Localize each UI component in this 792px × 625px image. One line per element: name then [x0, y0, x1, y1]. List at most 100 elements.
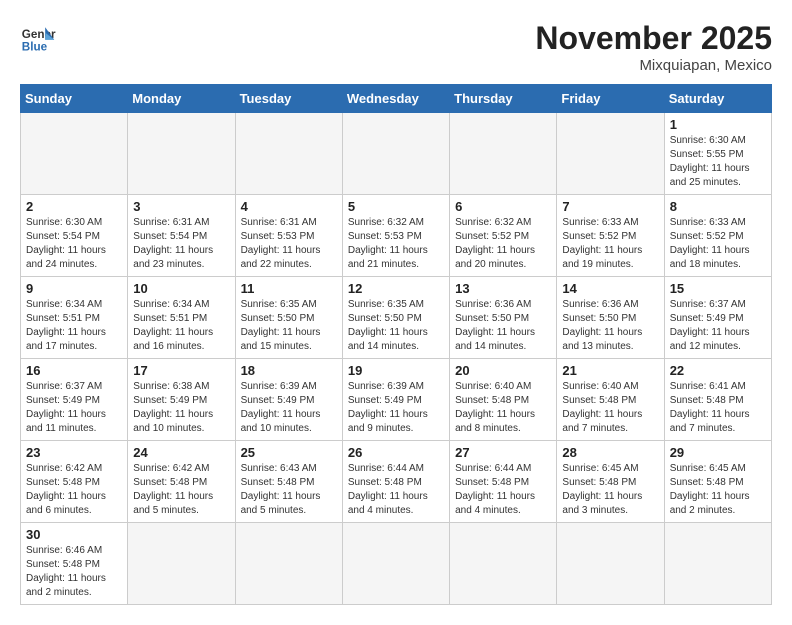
weekday-header-row: SundayMondayTuesdayWednesdayThursdayFrid…: [21, 85, 772, 113]
day-info: Sunrise: 6:37 AM Sunset: 5:49 PM Dayligh…: [26, 380, 122, 436]
day-info: Sunrise: 6:32 AM Sunset: 5:53 PM Dayligh…: [348, 216, 444, 272]
day-info: Sunrise: 6:39 AM Sunset: 5:49 PM Dayligh…: [241, 380, 337, 436]
calendar-day-cell: 12 Sunrise: 6:35 AM Sunset: 5:50 PM Dayli…: [342, 277, 449, 359]
day-info: Sunrise: 6:41 AM Sunset: 5:48 PM Dayligh…: [670, 380, 766, 436]
calendar-day-cell: 15 Sunrise: 6:37 AM Sunset: 5:49 PM Dayli…: [664, 277, 771, 359]
day-number: 5: [348, 199, 444, 214]
calendar-week-row: 30 Sunrise: 6:46 AM Sunset: 5:48 PM Dayli…: [21, 523, 772, 605]
calendar-day-cell: 30 Sunrise: 6:46 AM Sunset: 5:48 PM Dayli…: [21, 523, 128, 605]
calendar-day-cell: [664, 523, 771, 605]
logo: General Blue: [20, 20, 56, 56]
day-info: Sunrise: 6:40 AM Sunset: 5:48 PM Dayligh…: [455, 380, 551, 436]
calendar-week-row: 1 Sunrise: 6:30 AM Sunset: 5:55 PM Daylig…: [21, 113, 772, 195]
day-info: Sunrise: 6:35 AM Sunset: 5:50 PM Dayligh…: [348, 298, 444, 354]
calendar-day-cell: 13 Sunrise: 6:36 AM Sunset: 5:50 PM Dayli…: [450, 277, 557, 359]
day-number: 22: [670, 363, 766, 378]
day-info: Sunrise: 6:44 AM Sunset: 5:48 PM Dayligh…: [455, 462, 551, 518]
day-info: Sunrise: 6:30 AM Sunset: 5:55 PM Dayligh…: [670, 134, 766, 190]
calendar-week-row: 2Sunrise: 6:30 AM Sunset: 5:54 PM Daylig…: [21, 195, 772, 277]
weekday-header: Wednesday: [342, 85, 449, 113]
day-info: Sunrise: 6:32 AM Sunset: 5:52 PM Dayligh…: [455, 216, 551, 272]
day-info: Sunrise: 6:38 AM Sunset: 5:49 PM Dayligh…: [133, 380, 229, 436]
day-info: Sunrise: 6:39 AM Sunset: 5:49 PM Dayligh…: [348, 380, 444, 436]
calendar-day-cell: 10 Sunrise: 6:34 AM Sunset: 5:51 PM Dayli…: [128, 277, 235, 359]
day-info: Sunrise: 6:40 AM Sunset: 5:48 PM Dayligh…: [562, 380, 658, 436]
day-info: Sunrise: 6:36 AM Sunset: 5:50 PM Dayligh…: [455, 298, 551, 354]
month-title: November 2025: [535, 20, 772, 57]
page-header: General Blue November 2025 Mixquiapan, M…: [20, 20, 772, 74]
day-number: 26: [348, 445, 444, 460]
location: Mixquiapan, Mexico: [535, 57, 772, 74]
calendar-day-cell: 28 Sunrise: 6:45 AM Sunset: 5:48 PM Dayli…: [557, 441, 664, 523]
day-info: Sunrise: 6:45 AM Sunset: 5:48 PM Dayligh…: [562, 462, 658, 518]
day-number: 25: [241, 445, 337, 460]
svg-text:Blue: Blue: [22, 41, 48, 54]
day-number: 19: [348, 363, 444, 378]
calendar-day-cell: 6 Sunrise: 6:32 AM Sunset: 5:52 PM Daylig…: [450, 195, 557, 277]
calendar-day-cell: 4 Sunrise: 6:31 AM Sunset: 5:53 PM Daylig…: [235, 195, 342, 277]
day-info: Sunrise: 6:44 AM Sunset: 5:48 PM Dayligh…: [348, 462, 444, 518]
day-number: 9: [26, 281, 122, 296]
calendar-day-cell: [235, 113, 342, 195]
day-number: 28: [562, 445, 658, 460]
calendar-day-cell: 8 Sunrise: 6:33 AM Sunset: 5:52 PM Daylig…: [664, 195, 771, 277]
title-block: November 2025 Mixquiapan, Mexico: [535, 20, 772, 74]
calendar-day-cell: [235, 523, 342, 605]
day-number: 3: [133, 199, 229, 214]
day-info: Sunrise: 6:42 AM Sunset: 5:48 PM Dayligh…: [26, 462, 122, 518]
calendar-day-cell: 23Sunrise: 6:42 AM Sunset: 5:48 PM Dayli…: [21, 441, 128, 523]
calendar-day-cell: 25 Sunrise: 6:43 AM Sunset: 5:48 PM Dayli…: [235, 441, 342, 523]
calendar-day-cell: [450, 113, 557, 195]
day-number: 27: [455, 445, 551, 460]
day-number: 4: [241, 199, 337, 214]
day-info: Sunrise: 6:34 AM Sunset: 5:51 PM Dayligh…: [26, 298, 122, 354]
day-number: 10: [133, 281, 229, 296]
day-info: Sunrise: 6:34 AM Sunset: 5:51 PM Dayligh…: [133, 298, 229, 354]
calendar-day-cell: 21 Sunrise: 6:40 AM Sunset: 5:48 PM Dayli…: [557, 359, 664, 441]
calendar-day-cell: 9 Sunrise: 6:34 AM Sunset: 5:51 PM Daylig…: [21, 277, 128, 359]
day-info: Sunrise: 6:42 AM Sunset: 5:48 PM Dayligh…: [133, 462, 229, 518]
day-info: Sunrise: 6:35 AM Sunset: 5:50 PM Dayligh…: [241, 298, 337, 354]
day-number: 12: [348, 281, 444, 296]
day-info: Sunrise: 6:33 AM Sunset: 5:52 PM Dayligh…: [670, 216, 766, 272]
day-info: Sunrise: 6:37 AM Sunset: 5:49 PM Dayligh…: [670, 298, 766, 354]
calendar-day-cell: 2Sunrise: 6:30 AM Sunset: 5:54 PM Daylig…: [21, 195, 128, 277]
calendar-day-cell: 27 Sunrise: 6:44 AM Sunset: 5:48 PM Dayli…: [450, 441, 557, 523]
calendar-day-cell: 16 Sunrise: 6:37 AM Sunset: 5:49 PM Dayli…: [21, 359, 128, 441]
day-number: 30: [26, 527, 122, 542]
calendar-week-row: 23Sunrise: 6:42 AM Sunset: 5:48 PM Dayli…: [21, 441, 772, 523]
day-number: 20: [455, 363, 551, 378]
day-number: 24: [133, 445, 229, 460]
calendar-week-row: 16 Sunrise: 6:37 AM Sunset: 5:49 PM Dayli…: [21, 359, 772, 441]
logo-icon: General Blue: [20, 20, 56, 56]
day-info: Sunrise: 6:43 AM Sunset: 5:48 PM Dayligh…: [241, 462, 337, 518]
calendar-day-cell: [342, 113, 449, 195]
day-number: 8: [670, 199, 766, 214]
calendar-day-cell: [21, 113, 128, 195]
day-number: 15: [670, 281, 766, 296]
calendar-day-cell: 19 Sunrise: 6:39 AM Sunset: 5:49 PM Dayli…: [342, 359, 449, 441]
calendar-day-cell: 7Sunrise: 6:33 AM Sunset: 5:52 PM Daylig…: [557, 195, 664, 277]
day-number: 16: [26, 363, 122, 378]
calendar-day-cell: 3Sunrise: 6:31 AM Sunset: 5:54 PM Daylig…: [128, 195, 235, 277]
calendar-day-cell: 17 Sunrise: 6:38 AM Sunset: 5:49 PM Dayli…: [128, 359, 235, 441]
calendar-day-cell: 26 Sunrise: 6:44 AM Sunset: 5:48 PM Dayli…: [342, 441, 449, 523]
calendar-day-cell: 22 Sunrise: 6:41 AM Sunset: 5:48 PM Dayli…: [664, 359, 771, 441]
calendar-day-cell: [557, 113, 664, 195]
day-number: 6: [455, 199, 551, 214]
day-number: 1: [670, 117, 766, 132]
day-number: 7: [562, 199, 658, 214]
day-info: Sunrise: 6:46 AM Sunset: 5:48 PM Dayligh…: [26, 544, 122, 600]
weekday-header: Sunday: [21, 85, 128, 113]
day-number: 13: [455, 281, 551, 296]
calendar-day-cell: 1 Sunrise: 6:30 AM Sunset: 5:55 PM Daylig…: [664, 113, 771, 195]
day-number: 17: [133, 363, 229, 378]
weekday-header: Thursday: [450, 85, 557, 113]
calendar-day-cell: [557, 523, 664, 605]
weekday-header: Friday: [557, 85, 664, 113]
day-number: 21: [562, 363, 658, 378]
weekday-header: Saturday: [664, 85, 771, 113]
weekday-header: Monday: [128, 85, 235, 113]
day-info: Sunrise: 6:31 AM Sunset: 5:53 PM Dayligh…: [241, 216, 337, 272]
calendar-day-cell: 29Sunrise: 6:45 AM Sunset: 5:48 PM Dayli…: [664, 441, 771, 523]
